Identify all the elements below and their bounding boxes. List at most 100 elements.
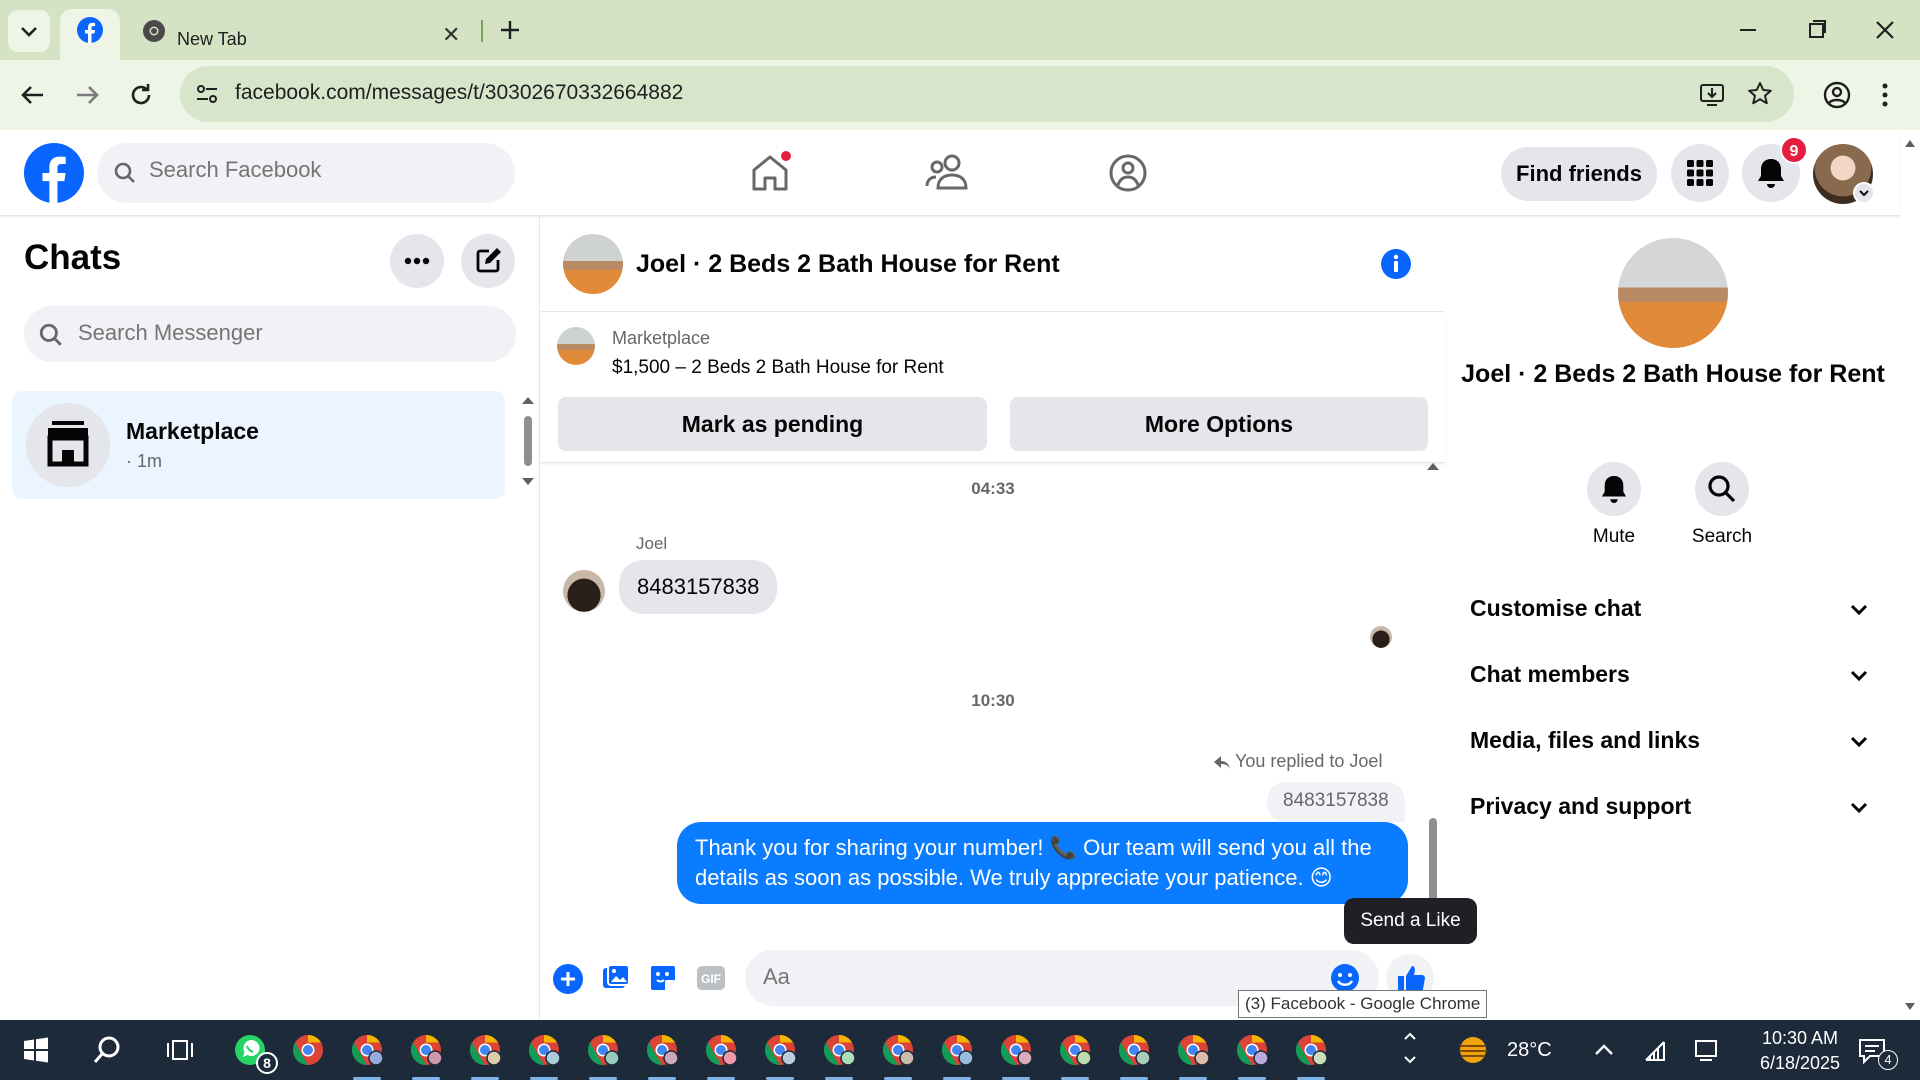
minimize-button[interactable] xyxy=(1728,12,1768,48)
chrome-profile-icon[interactable] xyxy=(524,1030,564,1070)
chrome-profile-icon[interactable] xyxy=(642,1030,682,1070)
messenger-search-input[interactable] xyxy=(78,320,418,346)
chrome-profile-icon[interactable] xyxy=(465,1030,505,1070)
section-privacy-support[interactable]: Privacy and support xyxy=(1470,776,1870,836)
facebook-search[interactable] xyxy=(97,143,515,203)
restore-button[interactable] xyxy=(1797,12,1837,48)
page-scrollbar[interactable] xyxy=(1900,130,1920,1020)
chrome-profile-icon[interactable] xyxy=(583,1030,623,1070)
task-view-icon[interactable] xyxy=(160,1030,200,1070)
forward-button[interactable] xyxy=(68,76,106,114)
chrome-profile-icon[interactable] xyxy=(1055,1030,1095,1070)
scroll-down-icon[interactable] xyxy=(520,476,536,488)
display-icon[interactable] xyxy=(1686,1030,1726,1070)
chat-list-item-marketplace[interactable]: Marketplace · 1m xyxy=(12,391,505,499)
mark-as-pending-button[interactable]: Mark as pending xyxy=(558,397,987,451)
weather-widget[interactable]: 28°C xyxy=(1455,1030,1585,1070)
conversation-avatar[interactable] xyxy=(563,234,623,294)
url-text[interactable]: facebook.com/messages/t/3030267033266488… xyxy=(235,81,683,105)
quoted-message[interactable]: 8483157838 xyxy=(1267,782,1405,822)
incoming-message-bubble[interactable]: 8483157838 xyxy=(619,560,778,614)
chats-options-button[interactable] xyxy=(390,234,444,288)
more-actions-plus-icon[interactable] xyxy=(552,963,584,995)
chrome-profile-icon[interactable] xyxy=(937,1030,977,1070)
conversation-title[interactable]: Joel · 2 Beds 2 Bath House for Rent xyxy=(636,250,1060,279)
search-icon[interactable] xyxy=(88,1030,128,1070)
browser-menu-button[interactable] xyxy=(1870,76,1900,114)
scroll-down-icon[interactable] xyxy=(1904,1002,1916,1012)
window-title-tooltip: (3) Facebook - Google Chrome xyxy=(1238,990,1488,1018)
chrome-profile-icon[interactable] xyxy=(996,1030,1036,1070)
friends-icon xyxy=(925,154,968,190)
chrome-profile-icon[interactable] xyxy=(1173,1030,1213,1070)
listing-thumbnail[interactable] xyxy=(557,327,595,365)
chrome-profile-icon[interactable] xyxy=(1232,1030,1272,1070)
chrome-profile-icon[interactable] xyxy=(1114,1030,1154,1070)
reload-button[interactable] xyxy=(122,76,160,114)
back-button[interactable] xyxy=(14,76,52,114)
taskbar-scroll[interactable] xyxy=(1400,1024,1420,1076)
nav-groups[interactable] xyxy=(1098,148,1158,198)
chevron-down-icon[interactable] xyxy=(1400,1048,1420,1072)
chrome-profile-icon[interactable] xyxy=(1291,1030,1331,1070)
system-clock[interactable]: 10:30 AM 6/18/2025 xyxy=(1740,1024,1860,1076)
find-friends-button[interactable]: Find friends xyxy=(1501,147,1657,201)
nav-home[interactable] xyxy=(740,148,800,198)
close-window-button[interactable] xyxy=(1865,12,1905,48)
account-chevron[interactable] xyxy=(1853,182,1875,204)
more-horizontal-icon xyxy=(404,257,430,265)
chevron-up-icon[interactable] xyxy=(1400,1024,1420,1048)
chevron-up-icon[interactable] xyxy=(1584,1030,1624,1070)
scroll-up-icon[interactable] xyxy=(1425,460,1441,472)
browser-tab-strip: New Tab ✕ xyxy=(0,0,1920,60)
address-bar[interactable]: facebook.com/messages/t/3030267033266488… xyxy=(180,66,1794,122)
outgoing-message-bubble[interactable]: Thank you for sharing your number! 📞 Our… xyxy=(677,822,1408,904)
section-customise-chat[interactable]: Customise chat xyxy=(1470,578,1870,638)
search-in-conversation-button[interactable] xyxy=(1695,462,1749,516)
facebook-logo-icon[interactable] xyxy=(24,143,84,203)
listing-title[interactable]: $1,500 – 2 Beds 2 Bath House for Rent xyxy=(612,357,944,379)
new-tab-button[interactable] xyxy=(494,14,526,46)
mute-action[interactable]: Mute xyxy=(1564,462,1664,548)
bookmark-star-icon[interactable] xyxy=(1746,80,1774,108)
tab-facebook[interactable] xyxy=(60,9,120,60)
scrollbar-thumb[interactable] xyxy=(524,416,532,466)
attach-photo-icon[interactable] xyxy=(600,962,632,994)
search-action[interactable]: Search xyxy=(1672,462,1772,548)
sender-avatar[interactable] xyxy=(563,570,605,612)
facebook-search-input[interactable] xyxy=(149,157,489,183)
site-settings-icon[interactable] xyxy=(194,81,220,107)
nav-friends[interactable] xyxy=(918,148,978,198)
close-tab-icon[interactable]: ✕ xyxy=(442,22,460,48)
mute-button[interactable] xyxy=(1587,462,1641,516)
sticker-icon[interactable] xyxy=(647,962,679,994)
install-app-icon[interactable] xyxy=(1698,80,1726,108)
chrome-profile-icon[interactable] xyxy=(406,1030,446,1070)
scroll-up-icon[interactable] xyxy=(520,394,536,406)
info-panel-avatar[interactable] xyxy=(1618,238,1728,348)
conversation-scrollbar[interactable] xyxy=(1425,460,1441,938)
chats-scrollbar[interactable] xyxy=(520,394,536,504)
chrome-profile-icon[interactable] xyxy=(347,1030,387,1070)
chevron-down-icon xyxy=(21,27,37,37)
info-icon[interactable] xyxy=(1380,248,1412,280)
section-media-files-links[interactable]: Media, files and links xyxy=(1470,710,1870,770)
new-message-button[interactable] xyxy=(461,234,515,288)
windows-start-icon[interactable] xyxy=(16,1030,56,1070)
messenger-search[interactable] xyxy=(24,306,516,362)
message-input[interactable] xyxy=(763,964,1303,990)
chrome-profile-icon[interactable] xyxy=(701,1030,741,1070)
menu-button[interactable] xyxy=(1671,144,1729,202)
chrome-profile-icon[interactable] xyxy=(878,1030,918,1070)
gif-icon[interactable]: GIF xyxy=(695,962,727,994)
chrome-profile-icon[interactable] xyxy=(760,1030,800,1070)
profile-button[interactable] xyxy=(1818,76,1856,114)
chrome-profile-icon[interactable] xyxy=(819,1030,859,1070)
chrome-icon[interactable] xyxy=(288,1030,328,1070)
tab-search-button[interactable] xyxy=(8,10,50,52)
section-chat-members[interactable]: Chat members xyxy=(1470,644,1870,704)
more-options-button[interactable]: More Options xyxy=(1010,397,1428,451)
wifi-icon[interactable] xyxy=(1636,1030,1676,1070)
tab-new-tab[interactable]: New Tab ✕ xyxy=(125,9,475,60)
scroll-up-icon[interactable] xyxy=(1904,138,1916,148)
